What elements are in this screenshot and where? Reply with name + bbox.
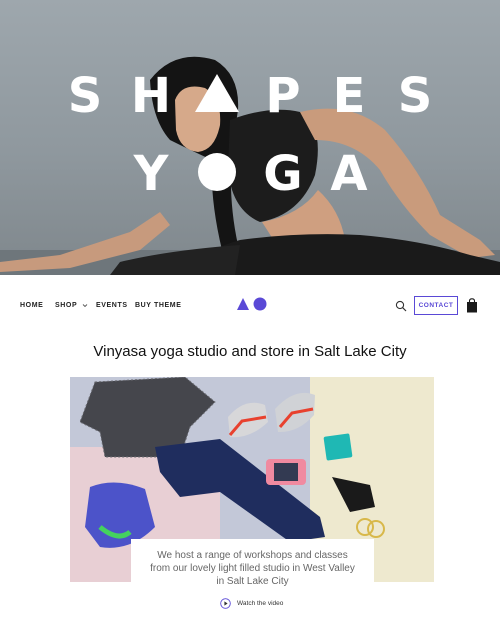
watch-video-label: Watch the video <box>237 600 284 607</box>
hero-banner: S H P E S Y G A <box>0 0 500 275</box>
contact-button[interactable]: CONTACT <box>414 296 458 315</box>
triangle-icon <box>184 68 250 118</box>
shopping-bag-icon[interactable] <box>466 298 478 313</box>
search-icon[interactable] <box>395 300 407 312</box>
nav-item-events[interactable]: EVENTS <box>96 302 128 309</box>
watch-video-link[interactable]: Watch the video <box>220 598 283 609</box>
logo-letter: Y <box>133 146 169 202</box>
logo-letter: P <box>265 68 301 124</box>
hero-photo-yoga-woman <box>0 56 500 275</box>
logo-letter: S <box>397 68 433 124</box>
nav-item-home[interactable]: HOME <box>20 302 43 309</box>
logo-letter: H <box>130 68 172 124</box>
logo-letter: E <box>332 68 366 124</box>
play-icon <box>220 598 231 609</box>
info-card-text: We host a range of workshops and classes… <box>150 550 355 587</box>
logo-word-shapes: S H P E S <box>0 68 500 124</box>
logo-letter: A <box>330 146 368 202</box>
nav-item-shop[interactable]: SHOP <box>55 302 88 309</box>
site-logo-icon[interactable] <box>236 296 268 312</box>
page-headline: Vinyasa yoga studio and store in Salt La… <box>93 343 407 360</box>
chevron-down-icon <box>82 303 87 307</box>
logo-letter: S <box>67 68 103 124</box>
nav-item-shop-label: SHOP <box>55 302 78 309</box>
nav-item-buy-theme[interactable]: BUY THEME <box>135 302 182 309</box>
logo-word-yoga: Y G A <box>0 146 500 202</box>
logo-letter: G <box>263 146 303 202</box>
circle-icon <box>184 146 250 196</box>
info-card: We host a range of workshops and classes… <box>131 539 374 624</box>
